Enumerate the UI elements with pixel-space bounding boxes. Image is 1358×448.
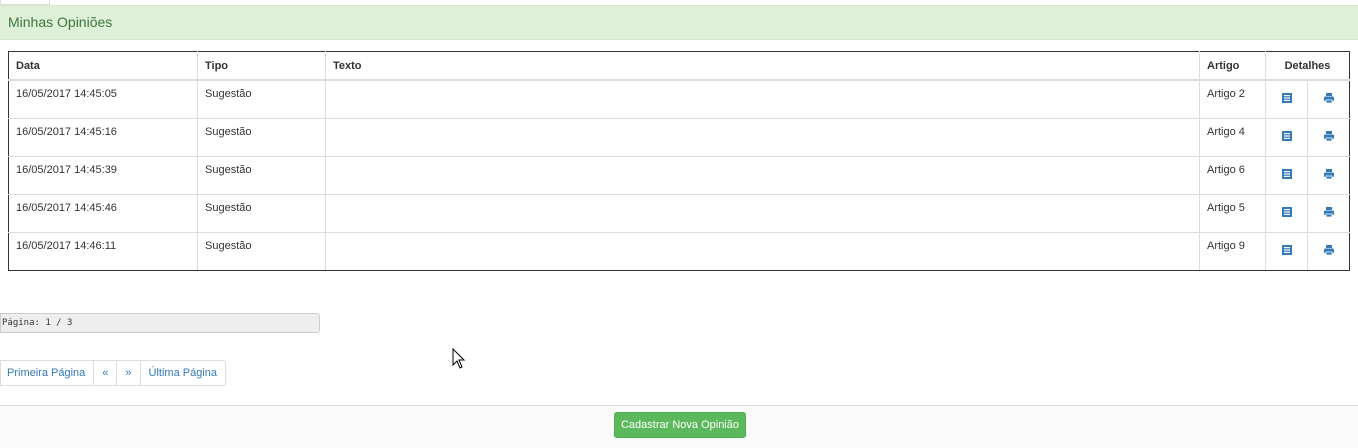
print-icon[interactable] [1323, 168, 1335, 180]
previous-page-link[interactable]: « [93, 360, 118, 386]
next-page-link[interactable]: » [116, 360, 141, 386]
table-row: 16/05/2017 14:45:16 Sugestão Artigo 4 [8, 117, 1350, 157]
page-info: Página: 1 / 3 [0, 313, 320, 333]
opinions-table: Data Tipo Texto Artigo Detalhes 16/05/20… [8, 51, 1350, 271]
print-icon[interactable] [1323, 92, 1335, 104]
cell-data: 16/05/2017 14:45:46 [8, 193, 198, 233]
list-icon[interactable] [1281, 206, 1293, 218]
list-icon[interactable] [1281, 92, 1293, 104]
cell-data: 16/05/2017 14:46:11 [8, 231, 198, 271]
print-cell [1307, 231, 1350, 271]
list-icon[interactable] [1281, 130, 1293, 142]
cell-artigo: Artigo 2 [1199, 79, 1266, 119]
cell-texto [325, 231, 1200, 271]
cell-artigo: Artigo 4 [1199, 117, 1266, 157]
cell-texto [325, 79, 1200, 119]
table-row: 16/05/2017 14:46:11 Sugestão Artigo 9 [8, 231, 1350, 271]
cell-tipo: Sugestão [197, 193, 326, 233]
cell-texto [325, 193, 1200, 233]
details-cell [1265, 231, 1308, 271]
cell-tipo: Sugestão [197, 117, 326, 157]
mouse-cursor-icon [452, 348, 466, 369]
print-cell [1307, 117, 1350, 157]
list-icon[interactable] [1281, 244, 1293, 256]
first-page-link[interactable]: Primeira Página [0, 360, 95, 386]
print-icon[interactable] [1323, 244, 1335, 256]
table-header-row: Data Tipo Texto Artigo Detalhes [8, 51, 1350, 81]
print-icon[interactable] [1323, 130, 1335, 142]
column-header-detalhes: Detalhes [1265, 51, 1350, 81]
cell-texto [325, 155, 1200, 195]
cell-artigo: Artigo 6 [1199, 155, 1266, 195]
column-header-data: Data [8, 51, 198, 81]
list-icon[interactable] [1281, 168, 1293, 180]
table-row: 16/05/2017 14:45:39 Sugestão Artigo 6 [8, 155, 1350, 195]
last-page-link[interactable]: Última Página [139, 360, 226, 386]
cell-data: 16/05/2017 14:45:39 [8, 155, 198, 195]
details-cell [1265, 155, 1308, 195]
cell-artigo: Artigo 9 [1199, 231, 1266, 271]
column-header-tipo: Tipo [197, 51, 326, 81]
table-row: 16/05/2017 14:45:46 Sugestão Artigo 5 [8, 193, 1350, 233]
cell-tipo: Sugestão [197, 79, 326, 119]
cell-texto [325, 117, 1200, 157]
cell-data: 16/05/2017 14:45:05 [8, 79, 198, 119]
cell-tipo: Sugestão [197, 155, 326, 195]
column-header-texto: Texto [325, 51, 1200, 81]
cell-tipo: Sugestão [197, 231, 326, 271]
print-cell [1307, 155, 1350, 195]
new-opinion-button[interactable]: Cadastrar Nova Opinião [614, 412, 746, 438]
panel-heading: Minhas Opiniões [0, 5, 1358, 40]
cell-data: 16/05/2017 14:45:16 [8, 117, 198, 157]
table-row: 16/05/2017 14:45:05 Sugestão Artigo 2 [8, 79, 1350, 119]
details-cell [1265, 79, 1308, 119]
details-cell [1265, 117, 1308, 157]
column-header-artigo: Artigo [1199, 51, 1266, 81]
cell-artigo: Artigo 5 [1199, 193, 1266, 233]
print-icon[interactable] [1323, 206, 1335, 218]
print-cell [1307, 79, 1350, 119]
page-title: Minhas Opiniões [8, 14, 113, 30]
details-cell [1265, 193, 1308, 233]
pagination: Primeira Página « » Última Página [0, 360, 226, 386]
print-cell [1307, 193, 1350, 233]
